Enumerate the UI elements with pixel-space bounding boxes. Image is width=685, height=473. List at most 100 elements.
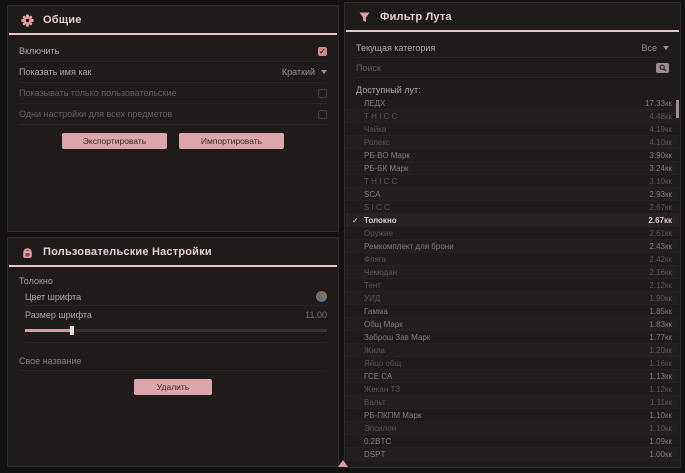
loot-row[interactable]: Жекан ТЗ1.12кк bbox=[346, 383, 679, 396]
loot-item-name: Общ Марк bbox=[364, 320, 649, 329]
selected-item-name: Толокно bbox=[19, 276, 327, 286]
loot-item-name: Эпсилон bbox=[364, 424, 649, 433]
category-label: Текущая категория bbox=[356, 43, 435, 53]
color-wheel-icon[interactable] bbox=[316, 291, 327, 302]
export-button[interactable]: Экспортировать bbox=[62, 133, 167, 149]
only-custom-checkbox[interactable] bbox=[318, 89, 327, 98]
loot-row[interactable]: Вальт1.11кк bbox=[346, 396, 679, 409]
import-button[interactable]: Импортировать bbox=[179, 133, 284, 149]
loot-row[interactable]: Жила1.20кк bbox=[346, 344, 679, 357]
loot-item-name: Оружие bbox=[364, 229, 649, 238]
loot-item-value: 1.13кк bbox=[649, 372, 672, 381]
show-name-value: Краткий bbox=[282, 67, 315, 77]
show-name-dropdown[interactable]: Краткий bbox=[282, 67, 327, 77]
loot-item-value: 2.12кк bbox=[649, 281, 672, 290]
loot-row[interactable]: РБ-ПКПМ Марк1.10кк bbox=[346, 409, 679, 422]
loot-item-value: 2.67кк bbox=[648, 216, 672, 225]
loot-row[interactable]: DSPT1.00кк bbox=[346, 448, 679, 461]
loot-row[interactable]: Яйцо общ1.16кк bbox=[346, 357, 679, 370]
loot-row[interactable]: РБ-БК Марк3.24кк bbox=[346, 162, 679, 175]
loot-row[interactable]: Чайка4.19кк bbox=[346, 123, 679, 136]
loot-item-name: РБ-ВО Марк bbox=[364, 151, 649, 160]
font-size-label: Размер шрифта bbox=[25, 310, 92, 320]
category-dropdown[interactable]: Все bbox=[641, 43, 669, 53]
loot-item-value: 1.83кк bbox=[649, 320, 672, 329]
loot-item-value: 4.19кк bbox=[649, 125, 672, 134]
loot-item-value: 1.90кк bbox=[649, 294, 672, 303]
loot-row[interactable]: S I C C2.67кк bbox=[346, 201, 679, 214]
user-settings-header: Пользовательские Настройки bbox=[8, 238, 338, 264]
show-name-label: Показать имя как bbox=[19, 67, 91, 77]
slider-fill bbox=[25, 329, 70, 332]
loot-item-value: 4.10кк bbox=[649, 138, 672, 147]
loot-row[interactable]: ГСЕ СА1.13кк bbox=[346, 370, 679, 383]
loot-row[interactable]: Ремкомплект для брони2.43кк bbox=[346, 240, 679, 253]
loot-row[interactable]: Заброш Зав Марк1.77кк bbox=[346, 331, 679, 344]
resize-grip-icon[interactable] bbox=[338, 460, 348, 467]
loot-item-name: Жила bbox=[364, 346, 649, 355]
general-panel-title: Общие bbox=[43, 14, 82, 26]
loot-row[interactable]: Т Н I С С4.48кк bbox=[346, 110, 679, 123]
loot-filter-title: Фильтр Лута bbox=[380, 11, 452, 23]
loot-row[interactable]: SCA2.93кк bbox=[346, 188, 679, 201]
loot-row[interactable]: РБ-ВО Марк3.90кк bbox=[346, 149, 679, 162]
loot-item-name: ЛЕДХ bbox=[364, 99, 645, 108]
loot-row[interactable]: Фляга2.42кк bbox=[346, 253, 679, 266]
enable-checkbox[interactable]: ✓ bbox=[318, 47, 327, 56]
loot-row[interactable]: Т Н I С С3.10кк bbox=[346, 175, 679, 188]
loot-item-name: Тент bbox=[364, 281, 649, 290]
loot-item-value: 3.90кк bbox=[649, 151, 672, 160]
scrollbar-thumb[interactable] bbox=[676, 100, 679, 118]
loot-row[interactable]: Общ Марк1.83кк bbox=[346, 318, 679, 331]
user-settings-underline bbox=[9, 265, 337, 267]
backpack-icon bbox=[20, 245, 34, 259]
loot-row[interactable]: Ролекс4.10кк bbox=[346, 136, 679, 149]
font-size-slider[interactable] bbox=[25, 326, 327, 343]
search-icon[interactable] bbox=[656, 63, 669, 73]
loot-row[interactable]: Оружие2.61кк bbox=[346, 227, 679, 240]
loot-item-name: Вальт bbox=[364, 398, 650, 407]
export-import-row: Экспортировать Импортировать bbox=[8, 133, 338, 149]
gear-icon bbox=[20, 13, 34, 27]
loot-item-name: Яйцо общ bbox=[364, 359, 649, 368]
loot-item-value: 1.20кк bbox=[649, 346, 672, 355]
loot-item-value: 2.93кк bbox=[649, 190, 672, 199]
show-name-row: Показать имя как Краткий bbox=[19, 62, 327, 83]
loot-filter-underline bbox=[346, 30, 679, 32]
loot-filter-panel: Фильтр Лута Текущая категория Все Поиск … bbox=[344, 2, 681, 468]
loot-item-name: Фляга bbox=[364, 255, 649, 264]
loot-item-value: 2.42кк bbox=[649, 255, 672, 264]
loot-row[interactable]: Эпсилон1.10кк bbox=[346, 422, 679, 435]
chevron-down-icon bbox=[663, 46, 669, 50]
font-color-row[interactable]: Цвет шрифта bbox=[25, 288, 327, 306]
same-settings-checkbox[interactable] bbox=[318, 110, 327, 119]
loot-row[interactable]: ✓Толокно2.67кк bbox=[346, 214, 679, 227]
loot-item-name: Заброш Зав Марк bbox=[364, 333, 649, 342]
funnel-icon bbox=[357, 10, 371, 24]
slider-thumb[interactable] bbox=[70, 326, 74, 335]
selected-check-icon: ✓ bbox=[352, 216, 364, 225]
search-row[interactable]: Поиск bbox=[356, 58, 669, 78]
loot-row[interactable]: УИД1.90кк bbox=[346, 292, 679, 305]
loot-list[interactable]: ЛЕДХ17.33ккТ Н I С С4.48ккЧайка4.19ккРол… bbox=[346, 97, 679, 466]
delete-button[interactable]: Удалить bbox=[134, 379, 212, 395]
loot-filter-header: Фильтр Лута bbox=[345, 3, 680, 29]
loot-row[interactable]: Тент2.12кк bbox=[346, 279, 679, 292]
only-custom-label: Показывать только пользовательские bbox=[19, 88, 177, 98]
general-panel-header: Общие bbox=[8, 6, 338, 32]
loot-row[interactable]: 0.2BTC1.09кк bbox=[346, 435, 679, 448]
loot-item-name: Ролекс bbox=[364, 138, 649, 147]
custom-name-input[interactable]: Свое название bbox=[19, 351, 327, 371]
search-placeholder: Поиск bbox=[356, 63, 381, 73]
loot-item-name: РБ-БК Марк bbox=[364, 164, 649, 173]
loot-item-name: Толокно bbox=[364, 216, 648, 225]
loot-item-name: Гамма bbox=[364, 307, 649, 316]
loot-row[interactable]: Гамма1.85кк bbox=[346, 305, 679, 318]
loot-item-name: Чайка bbox=[364, 125, 649, 134]
loot-item-value: 1.10кк bbox=[649, 411, 672, 420]
loot-item-name: РБ-ПКПМ Марк bbox=[364, 411, 649, 420]
loot-item-value: 1.12кк bbox=[649, 385, 672, 394]
loot-row[interactable]: Чемодан2.16кк bbox=[346, 266, 679, 279]
loot-item-value: 1.85кк bbox=[649, 307, 672, 316]
loot-row[interactable]: ЛЕДХ17.33кк bbox=[346, 97, 679, 110]
